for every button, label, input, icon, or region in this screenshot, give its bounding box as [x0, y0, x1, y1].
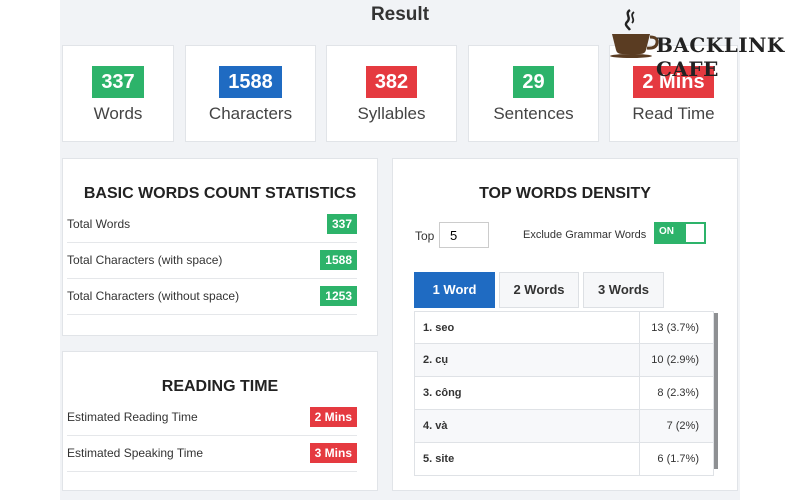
word-cell: 5. site: [423, 453, 455, 465]
exclude-grammar-toggle[interactable]: ON: [654, 222, 706, 244]
reading-row-estimated-speaking: Estimated Speaking Time 3 Mins: [67, 436, 357, 472]
table-scrollbar[interactable]: [714, 313, 718, 469]
count-cell: 7 (2%): [666, 420, 699, 432]
basic-stats-title: BASIC WORDS COUNT STATISTICS: [83, 185, 357, 202]
stat-card-sentences: 29 Sentences: [468, 45, 599, 142]
count-cell: 6 (1.7%): [657, 453, 699, 465]
row-label: Estimated Speaking Time: [67, 446, 204, 460]
result-title: Result: [370, 4, 430, 25]
top-words-density-title: TOP WORDS DENSITY: [479, 185, 651, 202]
top-count-input[interactable]: [439, 222, 489, 248]
characters-label: Characters: [208, 104, 293, 123]
row-value-badge: 1253: [320, 286, 357, 306]
row-value-badge: 337: [326, 214, 357, 234]
stat-card-words: 337 Words: [62, 45, 174, 142]
reading-time-panel: READING TIME Estimated Reading Time 2 Mi…: [62, 351, 378, 491]
word-cell: 2. cụ: [423, 354, 449, 366]
row-value-badge: 2 Mins: [309, 407, 357, 427]
read-time-label: Read Time: [632, 104, 715, 123]
words-label: Words: [93, 104, 143, 123]
table-row: 5. site 6 (1.7%): [414, 443, 714, 476]
column-divider: [639, 377, 640, 409]
count-cell: 8 (2.3%): [657, 387, 699, 399]
table-row: 3. công 8 (2.3%): [414, 377, 714, 410]
column-divider: [639, 410, 640, 442]
reading-row-estimated-reading: Estimated Reading Time 2 Mins: [67, 400, 357, 436]
tab-2-words[interactable]: 2 Words: [499, 272, 579, 308]
toggle-knob: [686, 224, 704, 242]
column-divider: [639, 312, 640, 343]
characters-count-badge: 1588: [219, 66, 282, 98]
row-label: Estimated Reading Time: [67, 410, 198, 424]
words-count-badge: 337: [92, 66, 144, 98]
tab-3-words[interactable]: 3 Words: [583, 272, 664, 308]
basic-row-total-words: Total Words 337: [67, 207, 357, 243]
syllables-label: Syllables: [357, 104, 426, 123]
column-divider: [639, 344, 640, 376]
stat-card-characters: 1588 Characters: [185, 45, 316, 142]
row-value-badge: 1588: [320, 250, 357, 270]
top-label: Top: [415, 229, 435, 243]
basic-stats-panel: BASIC WORDS COUNT STATISTICS Total Words…: [62, 158, 378, 336]
table-row: 1. seo 13 (3.7%): [414, 311, 714, 344]
count-cell: 10 (2.9%): [651, 354, 699, 366]
toggle-state-label: ON: [659, 226, 674, 237]
row-label: Total Characters (without space): [67, 289, 240, 303]
tab-1-word[interactable]: 1 Word: [414, 272, 495, 308]
column-divider: [639, 443, 640, 475]
basic-row-chars-with-space: Total Characters (with space) 1588: [67, 243, 357, 279]
row-label: Total Words: [67, 217, 131, 231]
word-cell: 3. công: [423, 387, 462, 399]
table-row: 4. và 7 (2%): [414, 410, 714, 443]
count-cell: 13 (3.7%): [651, 322, 699, 334]
stat-card-syllables: 382 Syllables: [326, 45, 457, 142]
exclude-grammar-label: Exclude Grammar Words: [523, 229, 647, 241]
word-cell: 4. và: [423, 420, 448, 432]
syllables-count-badge: 382: [365, 66, 418, 98]
reading-time-title: READING TIME: [161, 378, 279, 395]
word-cell: 1. seo: [423, 322, 455, 334]
sentences-count-badge: 29: [513, 66, 554, 98]
basic-row-chars-without-space: Total Characters (without space) 1253: [67, 279, 357, 315]
row-value-badge: 3 Mins: [309, 443, 357, 463]
sentences-label: Sentences: [493, 104, 574, 123]
logo-text: BACKLINK CAFE: [656, 33, 785, 81]
table-row: 2. cụ 10 (2.9%): [414, 344, 714, 377]
row-label: Total Characters (with space): [67, 253, 223, 267]
